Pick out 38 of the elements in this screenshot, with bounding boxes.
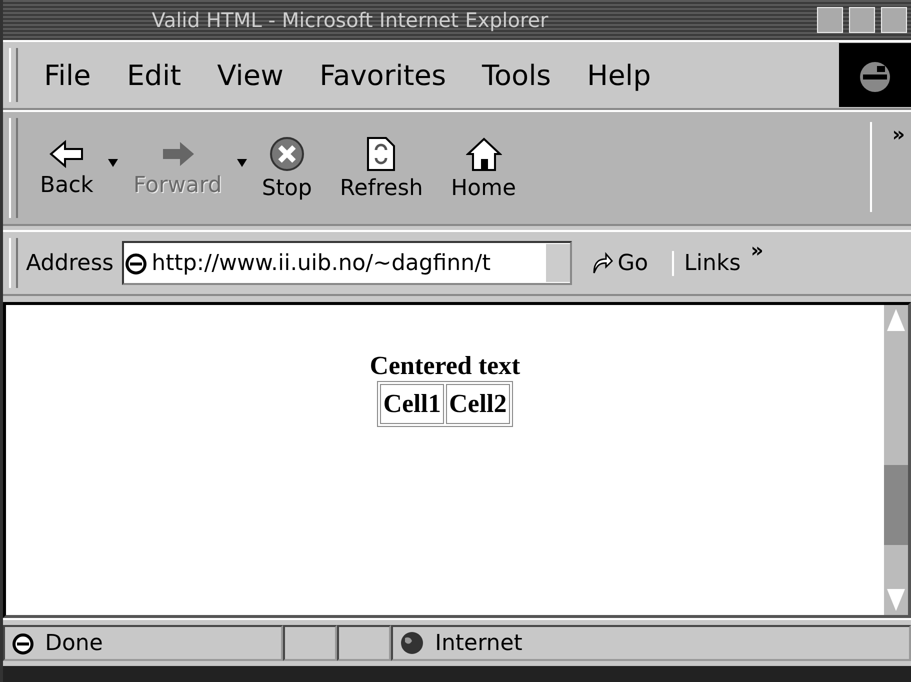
more-button[interactable]: »	[750, 238, 764, 262]
close-button[interactable]	[881, 7, 907, 33]
menu-item[interactable]: Edit	[108, 58, 200, 92]
zone-text: Internet	[435, 630, 522, 656]
toolbar-button[interactable]: Back	[26, 138, 108, 198]
maximize-button[interactable]	[849, 7, 875, 33]
menu-item[interactable]: Tools	[464, 58, 570, 92]
address-field[interactable]: http://www.ii.uib.no/~dagfinn/t	[122, 241, 572, 285]
window-title: Valid HTML - Microsoft Internet Explorer	[150, 8, 550, 32]
left-arrow-icon	[48, 138, 85, 168]
toolbar-grip[interactable]	[9, 48, 18, 102]
menu-item[interactable]: Help	[569, 58, 669, 92]
scrollbar[interactable]	[884, 305, 908, 615]
stop-icon	[268, 136, 305, 172]
refresh-page-icon	[366, 136, 396, 172]
menu-item[interactable]: Favorites	[302, 58, 464, 92]
address-label: Address	[26, 250, 115, 276]
caret-icon[interactable]	[107, 158, 120, 168]
toolbar-button[interactable]: Refresh	[326, 136, 438, 200]
toolbar-button[interactable]: Home	[437, 136, 530, 200]
toolbar-grip[interactable]	[9, 118, 18, 218]
more-button[interactable]: »	[870, 122, 911, 212]
globe-icon	[399, 630, 425, 656]
scroll-thumb[interactable]	[884, 465, 908, 545]
page-heading: Centered text	[370, 351, 520, 381]
dropdown-button[interactable]	[546, 244, 570, 282]
menu-item[interactable]: View	[199, 58, 302, 92]
status-text: Done	[45, 630, 103, 656]
links-button[interactable]: Links	[672, 250, 741, 276]
toolbar-button[interactable]: Stop	[248, 136, 326, 200]
table-cell: Cell2	[446, 384, 510, 424]
table-cell: Cell1	[380, 384, 444, 424]
minimize-button[interactable]	[817, 7, 843, 33]
menu-item[interactable]: File	[26, 58, 109, 92]
toolbar-grip[interactable]	[9, 238, 18, 288]
browser-logo	[839, 43, 911, 107]
go-button[interactable]: Go	[572, 250, 666, 276]
home-icon	[466, 136, 502, 172]
